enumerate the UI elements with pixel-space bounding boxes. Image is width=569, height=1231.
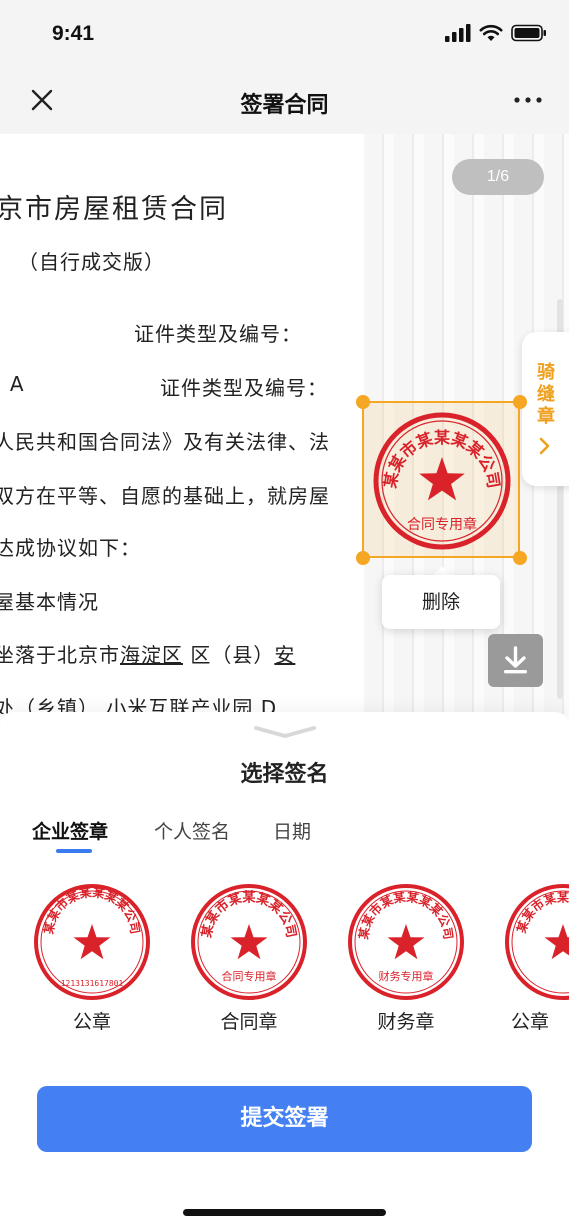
home-indicator <box>183 1209 386 1216</box>
status-bar: 9:41 <box>0 0 569 70</box>
tab-company-seal[interactable]: 企业签章 <box>32 817 108 844</box>
cellular-signal-icon <box>445 24 471 42</box>
document-line: 坐落于北京市海淀区 区（县）安 <box>0 639 295 668</box>
contract-seal-image: 某某市某某某某公司 合同专用章 <box>191 884 307 1000</box>
seal-bottom-text: 财务专用章 <box>379 969 434 983</box>
address-district: 海淀区 <box>120 643 183 667</box>
stamp-label: 合同章 <box>220 1011 278 1033</box>
page-indicator: 1/6 <box>452 159 544 195</box>
chevron-right-icon <box>539 437 550 455</box>
resize-handle-bottom-right[interactable] <box>513 551 527 565</box>
contract-seal-image: 某某市某某某某公司 合同专用章 <box>373 412 511 550</box>
page-title: 签署合同 <box>240 93 329 118</box>
signature-picker-sheet: 选择签名 企业签章 个人签名 日期 某某市某某某某某公司 12131316178… <box>0 712 569 1231</box>
seal-bottom-text: 合同专用章 <box>222 969 277 983</box>
address-street: 安 <box>274 643 296 667</box>
document-line: 证件类型及编号： <box>134 322 302 346</box>
document-line: i A <box>0 372 25 396</box>
wifi-icon <box>479 24 503 41</box>
seal-code: 1213131617801 <box>61 979 124 988</box>
status-icons <box>445 24 547 42</box>
status-time: 9:41 <box>52 22 95 45</box>
seal-bottom-text: 合同专用章 <box>407 516 477 533</box>
document-line: 处（乡镇） 小米互联产业园 D <box>0 696 278 714</box>
resize-handle-top-left[interactable] <box>356 395 370 409</box>
document-subtitle: （自行成交版） <box>18 250 165 274</box>
document-line: 双方在平等、自愿的基础上，就房屋 <box>0 484 330 508</box>
party-label: i A <box>0 372 25 396</box>
delete-seal-button[interactable]: 删除 <box>382 575 500 629</box>
stamp-label: 财务章 <box>377 1011 435 1033</box>
stamp-label: 公章 <box>72 1011 111 1033</box>
address-prefix: 坐落于北京市 <box>0 643 120 667</box>
active-tab-indicator <box>56 849 92 853</box>
document-title: 京市房屋租赁合同 <box>0 194 228 225</box>
sheet-collapse-handle[interactable] <box>252 724 318 740</box>
tab-date[interactable]: 日期 <box>273 817 311 844</box>
download-button[interactable] <box>488 634 543 687</box>
document-line: 达成协议如下： <box>0 536 141 560</box>
document-viewer[interactable]: 京市房屋租赁合同 （自行成交版） 证件类型及编号： i A 证件类型及编号： 人… <box>0 134 569 714</box>
riding-seam-seal-button[interactable]: 骑缝章 <box>522 332 569 486</box>
address-mid: 区（县） <box>190 643 275 667</box>
resize-handle-top-right[interactable] <box>513 395 527 409</box>
official-seal-image: 某某市某某某某公司 <box>505 884 569 1000</box>
stamp-official-seal[interactable]: 某某市某某某某某公司 1213131617801 公章 <box>32 882 152 1033</box>
sheet-title: 选择签名 <box>240 762 329 787</box>
tab-personal-signature[interactable]: 个人签名 <box>154 817 230 844</box>
download-icon <box>504 646 527 674</box>
document-section-heading: 屋基本情况 <box>0 590 99 614</box>
submit-sign-button[interactable]: 提交签署 <box>37 1086 532 1152</box>
more-icon[interactable] <box>513 86 543 114</box>
resize-handle-bottom-left[interactable] <box>356 551 370 565</box>
document-line: 人民共和国合同法》及有关法律、法 <box>0 430 330 454</box>
battery-icon <box>511 24 546 42</box>
document-line: 证件类型及编号： <box>160 376 328 400</box>
nav-bar: 签署合同 <box>0 70 569 134</box>
placed-seal-selection[interactable]: 某某市某某某某公司 合同专用章 <box>362 401 520 558</box>
finance-seal-image: 某某市某某某某某公司 财务专用章 <box>348 884 464 1000</box>
stamp-label: 公章 <box>511 1011 550 1032</box>
riding-seam-label: 骑缝章 <box>537 362 555 427</box>
stamp-official-seal-2[interactable]: 某某市某某某某公司 公章 <box>503 882 569 1032</box>
stamp-finance-seal[interactable]: 某某市某某某某某公司 财务专用章 财务章 <box>346 882 466 1033</box>
stamp-contract-seal[interactable]: 某某市某某某某公司 合同专用章 合同章 <box>189 882 309 1033</box>
official-seal-image: 某某市某某某某某公司 1213131617801 <box>34 884 150 1000</box>
